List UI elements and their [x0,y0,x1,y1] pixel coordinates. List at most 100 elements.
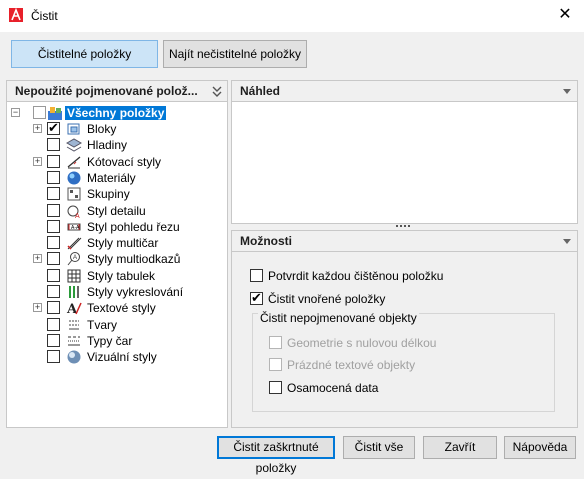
tree-item[interactable]: Typy čar [9,333,219,349]
tree-item-checkbox[interactable] [47,236,60,250]
preview-header[interactable]: Náhled [232,81,577,102]
tree-item-checkbox[interactable] [47,170,60,184]
svg-text:A-A: A-A [71,225,80,231]
orphaned-data-label[interactable]: Osamocená data [287,381,378,395]
close-icon[interactable]: ✕ [552,4,578,26]
tree-item-label[interactable]: Skupiny [87,187,130,201]
expand-toggle-icon[interactable]: + [33,254,42,264]
tree-item-checkbox[interactable] [47,333,60,347]
tree-item-checkbox[interactable] [47,268,60,282]
plot-style-icon [69,286,79,298]
tree-item-checkbox[interactable] [47,154,60,168]
tab-purgeable-items[interactable]: Čistitelné položky [11,40,158,68]
tree-item-label[interactable]: Vizuální styly [87,350,157,364]
tree-item-label[interactable]: Materiály [87,171,136,185]
group-icon [67,187,81,201]
tree-item-label[interactable]: Tvary [87,318,117,332]
tree-item-checkbox[interactable] [47,138,60,152]
collapse-toggle-icon[interactable]: − [11,108,20,117]
tree-item-checkbox[interactable] [47,252,60,266]
window-title: Čistit [31,9,58,23]
app-logo-icon [9,8,23,22]
visual-style-icon [67,350,81,364]
dropdown-arrow-icon[interactable] [563,89,571,94]
help-button[interactable]: Nápověda [504,436,576,459]
purge-nested-checkbox[interactable] [250,290,263,306]
tree-item[interactable]: Materiály [9,170,219,186]
section-view-icon: A-A [67,223,81,231]
close-button[interactable]: Zavřít [423,436,497,459]
tree-root-label[interactable]: Všechny položky [65,106,167,120]
tree-item-checkbox[interactable] [47,301,60,315]
collapse-chevron-icon[interactable] [212,86,222,97]
tree-item-checkbox[interactable] [47,219,60,233]
root-checkbox[interactable] [33,106,46,119]
detail-style-icon: A [67,205,80,219]
svg-text:A: A [75,213,80,219]
tree-item-checkbox[interactable] [47,350,60,364]
tree-item-checkbox[interactable] [47,203,60,217]
tree-item-label[interactable]: Styly tabulek [87,269,155,283]
confirm-each-label[interactable]: Potvrdit každou čištěnou položku [268,269,443,283]
empty-text-label[interactable]: Prázdné textové objekty [287,358,415,372]
tree-item[interactable]: + A Styly multiodkazů [9,251,219,267]
multileader-style-icon: A [67,252,80,266]
tree-item-label[interactable]: Styly vykreslování [87,285,183,299]
tree-item-label[interactable]: Kótovací styly [87,155,161,169]
multiline-style-icon [67,237,82,250]
tree-item-label[interactable]: Bloky [87,122,116,136]
preview-title: Náhled [240,84,281,98]
dropdown-arrow-icon[interactable] [563,239,571,244]
svg-text:A: A [73,255,77,261]
tree-item-label[interactable]: Typy čar [87,334,132,348]
tree-item-label[interactable]: Styl pohledu řezu [87,220,180,234]
tree-item-checkbox[interactable] [47,285,60,298]
tree-item-label[interactable]: Styl detailu [87,204,146,218]
tree-item[interactable]: A-A Styl pohledu řezu [9,219,219,235]
tree-root[interactable]: − Všechny položky [9,105,219,121]
purge-nested-label[interactable]: Čistit vnořené položky [268,292,385,306]
shape-icon [69,320,79,330]
tree-item[interactable]: Vizuální styly [9,349,219,365]
tree-item-label[interactable]: Styly multiodkazů [87,252,180,266]
expand-toggle-icon[interactable]: + [33,303,42,313]
tree-item[interactable]: Hladiny [9,137,219,153]
tree-item[interactable]: + Bloky [9,120,219,137]
tree-item[interactable]: + A Textové styly [9,300,219,316]
tree-item[interactable]: Tvary [9,317,219,333]
linetype-icon [68,336,80,346]
empty-text-checkbox[interactable] [269,358,282,371]
expand-toggle-icon[interactable]: + [33,156,42,166]
tree-item[interactable]: A Styl detailu [9,203,219,219]
orphaned-data-checkbox[interactable] [269,381,282,394]
block-icon [67,123,80,135]
zero-length-label[interactable]: Geometrie s nulovou délkou [287,336,436,350]
tree-item[interactable]: Skupiny [9,186,219,202]
table-style-icon [67,269,81,283]
confirm-each-checkbox[interactable] [250,269,263,282]
zero-length-checkbox[interactable] [269,336,282,349]
options-header[interactable]: Možnosti [232,231,577,252]
tree-item[interactable]: Styly multičar [9,235,219,251]
purge-all-button[interactable]: Čistit vše [343,436,415,459]
tree-item[interactable]: + Kótovací styly [9,154,219,170]
purge-checked-button[interactable]: Čistit zaškrtnuté položky [217,436,335,475]
tree-item[interactable]: Styly vykreslování [9,284,219,300]
tab-find-non-purgeable[interactable]: Najít nečistitelné položky [163,40,307,68]
tree-item[interactable]: Styly tabulek [9,268,219,284]
tree-item-checkbox[interactable] [47,120,60,136]
unnamed-objects-group-label: Čistit nepojmenované objekty [258,311,419,325]
purge-tree: − Všechny položky + Bloky Hladiny + Kótovací… [9,103,225,423]
tree-item-label[interactable]: Textové styly [87,301,156,315]
tree-item-checkbox[interactable] [47,187,60,201]
tree-item-label[interactable]: Hladiny [87,138,127,152]
tree-item-label[interactable]: Styly multičar [87,236,158,250]
tree-item-checkbox[interactable] [47,317,60,331]
material-icon [67,171,81,185]
left-panel-header: Nepoužité pojmenované polož... [7,81,227,102]
all-items-icon [48,107,62,120]
left-panel-title: Nepoužité pojmenované polož... [15,84,198,98]
options-title: Možnosti [240,234,292,248]
expand-toggle-icon[interactable]: + [33,124,42,133]
layers-icon [66,138,82,152]
